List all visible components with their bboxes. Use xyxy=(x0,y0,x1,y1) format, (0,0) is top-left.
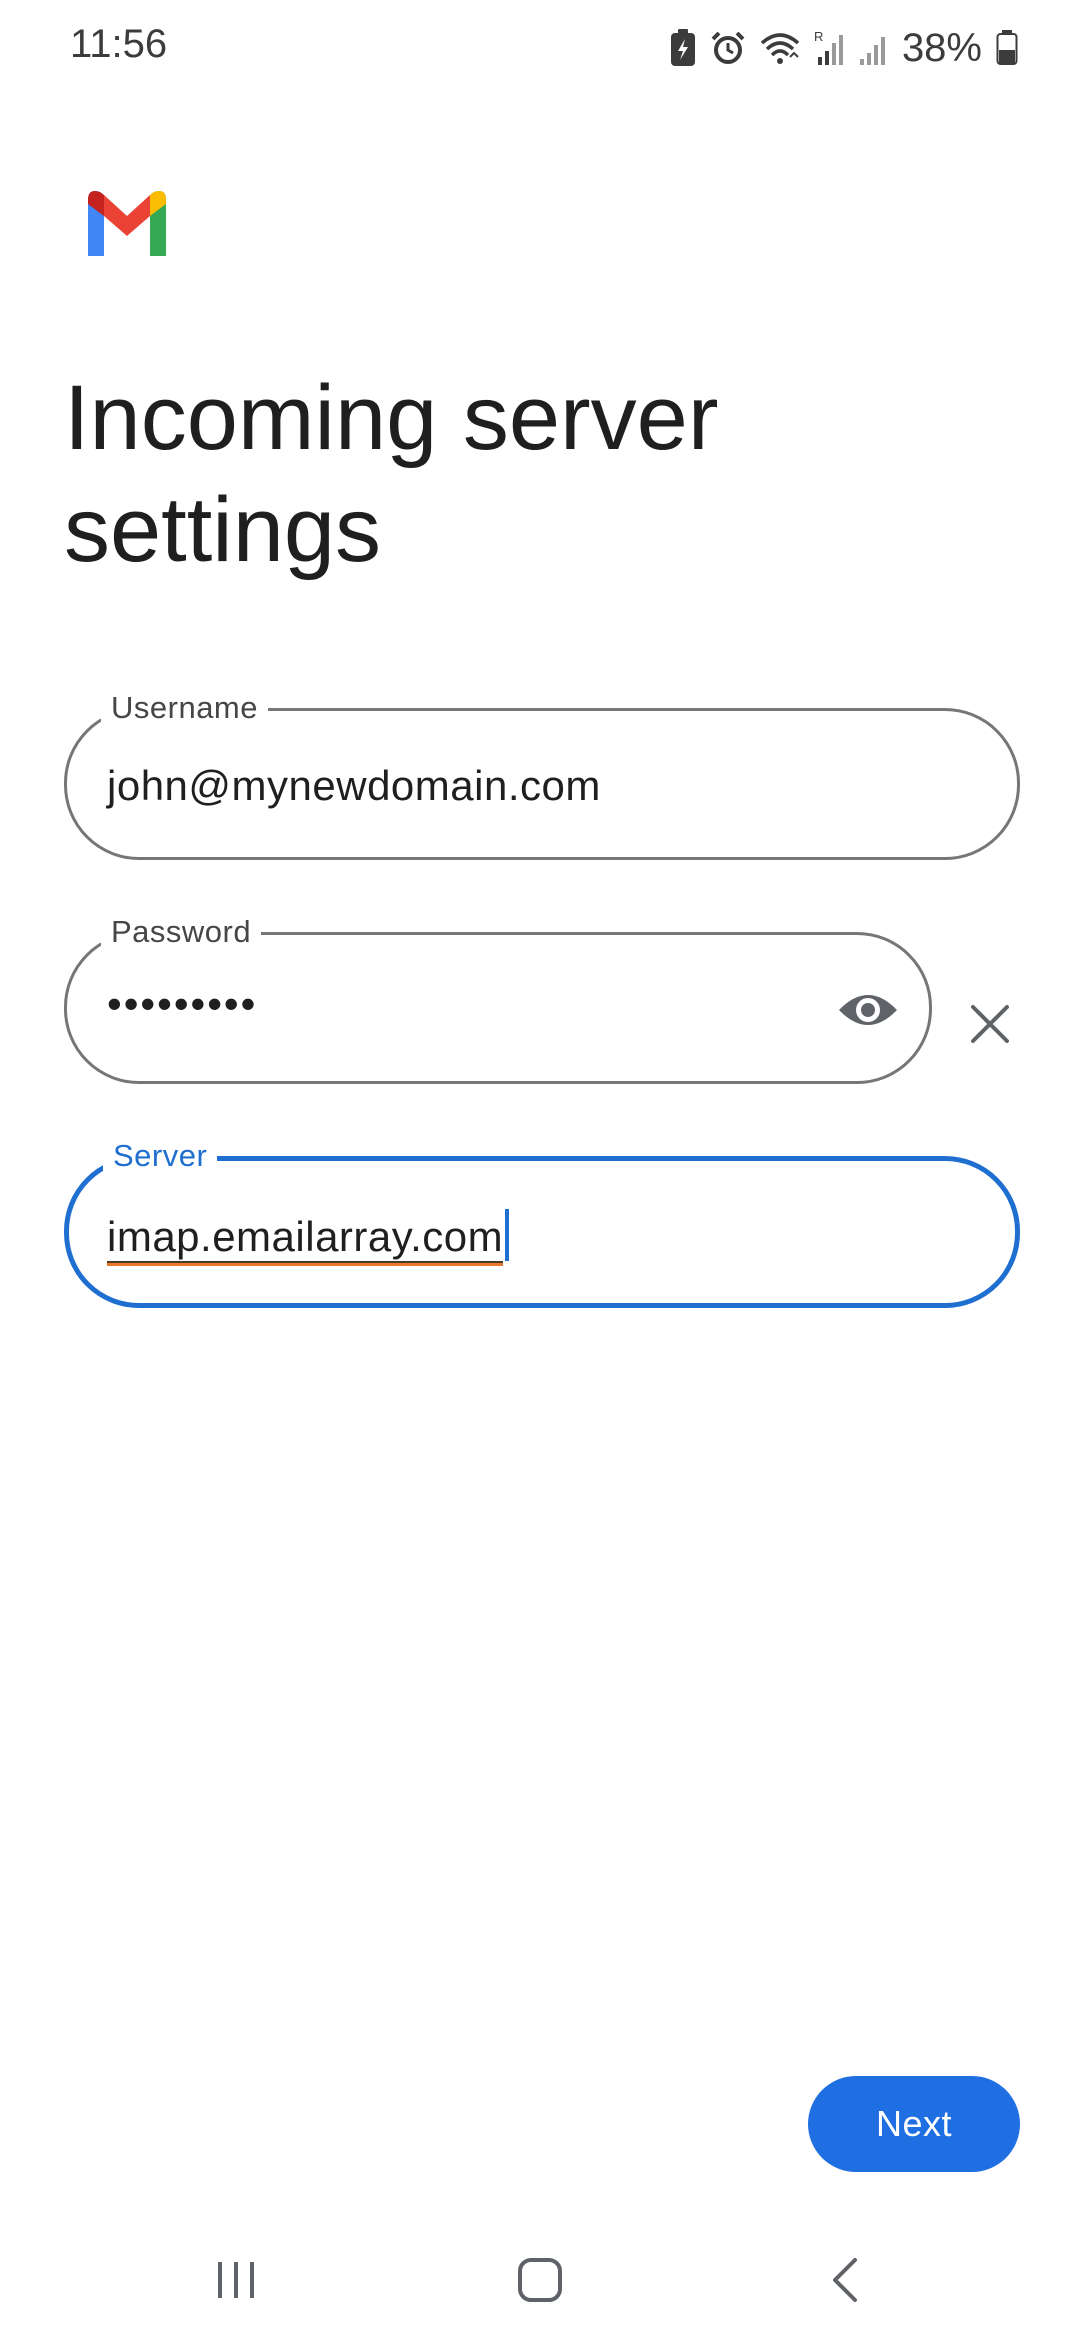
svg-text:R: R xyxy=(814,29,823,44)
screen: 11:56 R 38% Incoming server settings Use… xyxy=(0,0,1080,2340)
show-password-button[interactable] xyxy=(835,977,901,1043)
wifi-icon xyxy=(760,31,800,65)
text-cursor xyxy=(505,1209,510,1261)
status-time: 11:56 xyxy=(70,22,168,66)
battery-saver-icon xyxy=(670,29,696,67)
recents-button[interactable] xyxy=(196,2250,276,2310)
password-field[interactable]: Password ••••••••• xyxy=(64,913,932,1084)
signal-icon xyxy=(858,29,888,67)
clear-button[interactable] xyxy=(960,994,1020,1054)
signal-roaming-icon: R xyxy=(814,29,844,67)
gmail-logo xyxy=(82,186,172,256)
password-label: Password xyxy=(101,913,262,951)
back-icon xyxy=(833,2258,857,2302)
alarm-icon xyxy=(710,30,746,66)
close-icon xyxy=(971,1005,1009,1043)
back-button[interactable] xyxy=(804,2250,884,2310)
battery-percent: 38% xyxy=(901,25,982,70)
page-title: Incoming server settings xyxy=(64,367,719,581)
home-icon xyxy=(518,2258,562,2302)
nav-bar xyxy=(0,2230,1080,2330)
server-field[interactable]: Server imap.emailarray.com xyxy=(64,1137,1020,1308)
next-button[interactable]: Next xyxy=(808,2076,1020,2172)
username-label: Username xyxy=(101,689,268,727)
recents-icon xyxy=(218,2262,254,2298)
server-label: Server xyxy=(103,1137,218,1175)
username-field[interactable]: Username john@mynewdomain.com xyxy=(64,689,1020,860)
eye-icon xyxy=(839,995,897,1025)
status-icons: R 38% xyxy=(670,20,1018,76)
server-value-wrapper: imap.emailarray.com xyxy=(107,1209,510,1266)
status-bar: 11:56 R 38% xyxy=(0,0,1080,96)
server-value: imap.emailarray.com xyxy=(107,1212,504,1266)
home-button[interactable] xyxy=(500,2250,580,2310)
password-value: ••••••••• xyxy=(107,980,258,1027)
username-value: john@mynewdomain.com xyxy=(107,762,601,809)
battery-icon xyxy=(996,30,1018,66)
